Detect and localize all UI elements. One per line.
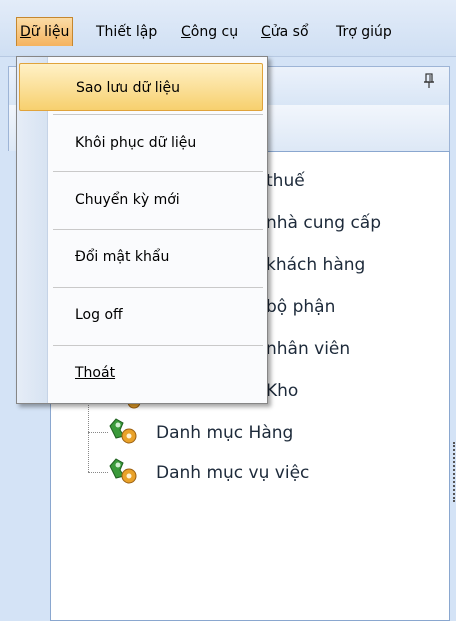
menu-item-label: Log off <box>75 307 123 323</box>
menu-separator <box>53 229 263 230</box>
menu-separator <box>53 287 263 288</box>
tree-item-danh-muc-hang[interactable]: Danh mục Hàng <box>156 418 293 448</box>
menu-separator <box>53 114 263 115</box>
tree-item-nhan-vien[interactable]: nhân viên <box>266 334 350 364</box>
menu-cong-cu-rest: ông cụ <box>190 24 239 40</box>
tree-item-bo-phan[interactable]: bộ phận <box>266 292 335 322</box>
menu-item-log-off[interactable]: Log off <box>19 291 263 339</box>
tree-item-danh-muc-vu-viec[interactable]: Danh mục vụ việc <box>156 458 309 488</box>
splitter-handle[interactable] <box>449 442 455 502</box>
tree-item-thue[interactable]: thuế <box>266 166 305 196</box>
menu-cong-cu[interactable]: Công cụ <box>178 18 241 46</box>
tree-item-nha-cung-cap[interactable]: nhà cung cấp <box>266 208 381 238</box>
menu-item-chuyen-ky-moi[interactable]: Chuyển kỳ mới <box>19 176 263 224</box>
menu-bar: Dữ liệu Thiết lập Công cụ Cửa sổ Trợ giú… <box>0 0 456 57</box>
tree-connector <box>88 432 108 433</box>
catalog-gear-icon <box>109 458 137 484</box>
menu-separator <box>53 345 263 346</box>
pin-icon[interactable] <box>423 73 435 93</box>
menu-separator <box>53 171 263 172</box>
menu-cong-cu-mnemonic: C <box>181 24 191 40</box>
menu-du-lieu-rest: ữ liệu <box>30 24 70 40</box>
menu-item-label: Khôi phục dữ liệu <box>75 135 197 151</box>
menu-item-label: Chuyển kỳ mới <box>75 192 180 208</box>
menu-item-khoi-phuc[interactable]: Khôi phục dữ liệu <box>19 119 263 167</box>
menu-item-label: Thoát <box>75 365 116 381</box>
menu-du-lieu-mnemonic: D <box>20 24 31 40</box>
menu-item-label: Đổi mật khẩu <box>75 249 170 265</box>
tree-item-kho[interactable]: Kho <box>266 376 298 406</box>
menu-item-doi-mat-khau[interactable]: Đổi mật khẩu <box>19 233 263 281</box>
catalog-gear-icon <box>109 418 137 444</box>
menu-tro-giup[interactable]: Trợ giúp <box>333 18 395 46</box>
menu-cua-so-rest: ửa sổ <box>270 24 309 40</box>
du-lieu-dropdown-menu: Sao lưu dữ liệu Khôi phục dữ liệu Chuyển… <box>16 56 268 404</box>
menu-cua-so-mnemonic: C <box>261 24 271 40</box>
menu-du-lieu[interactable]: Dữ liệu <box>16 17 74 46</box>
tree-connector <box>88 472 108 473</box>
menu-cua-so[interactable]: Cửa sổ <box>258 18 312 46</box>
menu-item-sao-luu[interactable]: Sao lưu dữ liệu <box>19 63 263 111</box>
menu-thiet-lap[interactable]: Thiết lập <box>93 18 160 46</box>
menu-item-thoat[interactable]: Thoát <box>19 349 263 397</box>
tree-item-khach-hang[interactable]: khách hàng <box>266 250 365 280</box>
menu-item-label: Sao lưu dữ liệu <box>76 80 181 96</box>
